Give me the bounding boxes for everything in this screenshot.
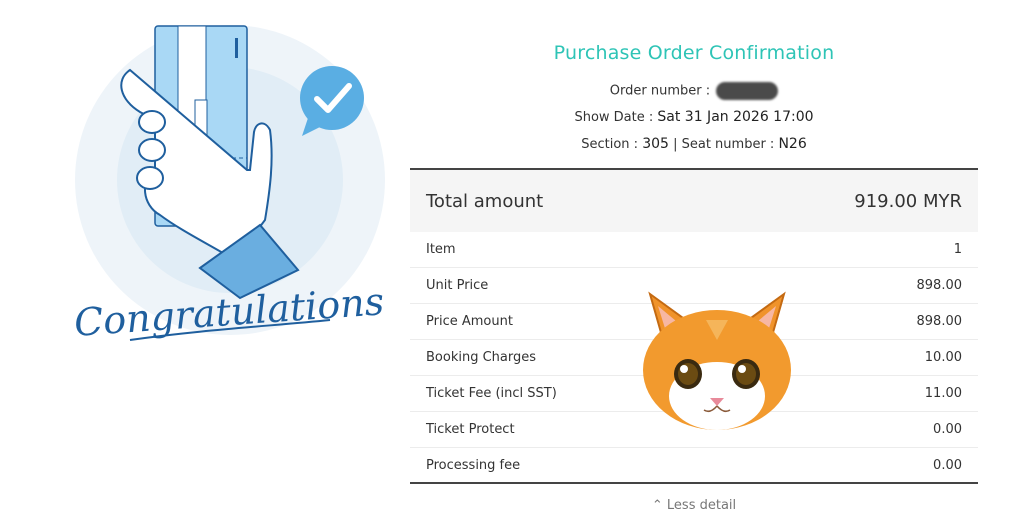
order-panel: Purchase Order Confirmation Order number…	[410, 0, 978, 518]
row-label: Unit Price	[426, 278, 489, 293]
chevron-up-icon: ⌃	[651, 498, 663, 513]
show-date-line: Show Date : Sat 31 Jan 2026 17:00	[410, 109, 978, 125]
section-label: Section :	[581, 137, 639, 152]
row-label: Ticket Fee (incl SST)	[426, 386, 557, 401]
price-row-item: Item 1	[410, 232, 978, 268]
seat-value: N26	[778, 136, 807, 152]
seat-line: Section : 305 | Seat number : N26	[410, 136, 978, 152]
price-row-processing-fee: Processing fee 0.00	[410, 448, 978, 484]
page-title: Purchase Order Confirmation	[553, 42, 835, 64]
seat-separator: |	[673, 137, 678, 152]
redacted-order-number	[716, 82, 779, 100]
total-amount-label: Total amount	[426, 190, 544, 212]
order-number-label: Order number :	[609, 83, 711, 99]
less-detail-toggle[interactable]: ⌃ Less detail	[410, 498, 978, 513]
section-value: 305	[642, 136, 669, 152]
row-value: 898.00	[916, 314, 963, 329]
cat-sticker-icon	[636, 288, 798, 438]
row-label: Item	[426, 242, 456, 257]
row-label: Processing fee	[426, 457, 521, 473]
row-value: 0.00	[933, 457, 962, 473]
seat-label: Seat number :	[681, 137, 775, 152]
total-amount-row: Total amount 919.00 MYR	[410, 168, 978, 232]
row-label: Price Amount	[426, 314, 513, 329]
row-value: 11.00	[924, 386, 962, 401]
row-label: Booking Charges	[426, 350, 537, 365]
total-amount-value: 919.00 MYR	[854, 190, 962, 212]
congratulations-illustration: Congratulations	[60, 20, 400, 360]
show-date-label: Show Date :	[574, 110, 654, 125]
row-value: 10.00	[924, 350, 962, 365]
row-value: 1	[953, 242, 962, 257]
less-detail-label: Less detail	[666, 498, 737, 513]
order-number-line: Order number :	[410, 82, 978, 100]
row-value: 898.00	[916, 278, 963, 293]
row-value: 0.00	[933, 422, 962, 437]
row-label: Ticket Protect	[426, 422, 515, 437]
show-date-value: Sat 31 Jan 2026 17:00	[657, 109, 814, 125]
